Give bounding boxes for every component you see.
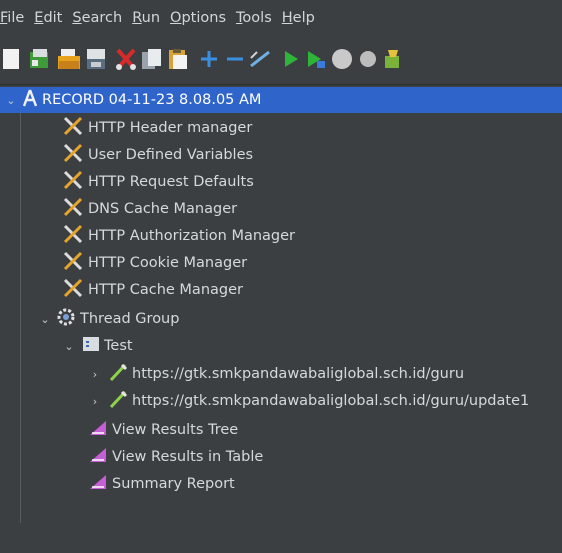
clear-icon[interactable] xyxy=(382,48,404,74)
tree-item-config[interactable]: User Defined Variables xyxy=(62,142,253,168)
tree-item-label: HTTP Cookie Manager xyxy=(88,255,248,271)
menu-file[interactable]: File xyxy=(0,10,32,26)
config-tools-icon xyxy=(62,116,84,140)
start-icon[interactable] xyxy=(282,48,300,74)
config-tools-icon xyxy=(62,251,84,275)
pipette-icon xyxy=(108,362,128,386)
listener-icon xyxy=(88,473,108,495)
menu-options[interactable]: Options xyxy=(170,10,234,26)
tree-item-listener[interactable]: Summary Report xyxy=(88,471,235,497)
tree-item-config[interactable]: HTTP Authorization Manager xyxy=(62,223,295,249)
tree-item-config[interactable]: HTTP Header manager xyxy=(62,115,252,141)
save-icon[interactable] xyxy=(85,48,107,74)
tree-item-listener[interactable]: View Results in Table xyxy=(88,444,263,470)
test-plan-tree: ⌄ RECORD 04-11-23 8.08.05 AM HTTP Header… xyxy=(0,84,562,553)
chevron-down-icon[interactable]: ⌄ xyxy=(4,94,18,107)
tree-item-sampler[interactable]: › https://gtk.smkpandawabaliglobal.sch.i… xyxy=(88,388,529,414)
shutdown-icon[interactable] xyxy=(357,48,379,74)
config-tools-icon xyxy=(62,224,84,248)
tree-item-record[interactable]: ⌄ RECORD 04-11-23 8.08.05 AM xyxy=(0,87,562,113)
pipette-icon xyxy=(108,389,128,413)
paste-icon[interactable] xyxy=(167,48,189,74)
listener-icon xyxy=(88,446,108,468)
menu-edit[interactable]: Edit xyxy=(34,10,70,26)
collapse-icon[interactable] xyxy=(224,48,246,74)
controller-icon xyxy=(82,335,100,357)
tree-item-label: View Results in Table xyxy=(112,449,264,465)
config-tools-icon xyxy=(62,278,84,302)
toggle-icon[interactable] xyxy=(248,48,272,74)
menu-search[interactable]: Search xyxy=(72,10,130,26)
menu-bar: File Edit Search Run Options Tools Help xyxy=(0,0,562,36)
config-tools-icon xyxy=(62,197,84,221)
tree-item-label: RECORD 04-11-23 8.08.05 AM xyxy=(42,92,262,108)
expand-icon[interactable] xyxy=(198,48,220,74)
menu-run[interactable]: Run xyxy=(132,10,168,26)
tree-item-label: DNS Cache Manager xyxy=(88,201,238,217)
tree-item-config[interactable]: HTTP Cache Manager xyxy=(62,277,243,303)
config-tools-icon xyxy=(62,143,84,167)
tree-item-config[interactable]: HTTP Request Defaults xyxy=(62,169,254,195)
menu-help[interactable]: Help xyxy=(282,10,323,26)
tree-item-sampler[interactable]: › https://gtk.smkpandawabaliglobal.sch.i… xyxy=(88,361,464,387)
chevron-down-icon[interactable]: ⌄ xyxy=(38,313,52,326)
tree-guide-line xyxy=(20,111,21,523)
tree-item-label: HTTP Header manager xyxy=(88,120,253,136)
tree-item-label: Summary Report xyxy=(112,476,235,492)
copy-icon[interactable] xyxy=(141,48,163,74)
tree-item-label: Thread Group xyxy=(80,311,180,327)
cut-icon[interactable] xyxy=(114,48,138,74)
tree-item-controller[interactable]: ⌄ Test xyxy=(62,333,133,359)
tree-item-label: HTTP Authorization Manager xyxy=(88,228,296,244)
test-plan-icon xyxy=(22,89,38,111)
stop-icon[interactable] xyxy=(330,48,354,74)
toolbar xyxy=(0,36,562,80)
tree-item-thread-group[interactable]: ⌄ Thread Group xyxy=(38,306,179,332)
start-no-pauses-icon[interactable] xyxy=(305,48,327,74)
config-tools-icon xyxy=(62,170,84,194)
tree-item-listener[interactable]: View Results Tree xyxy=(88,417,238,443)
tree-item-label: Test xyxy=(104,338,133,354)
templates-icon[interactable] xyxy=(28,48,52,74)
new-icon[interactable] xyxy=(2,48,20,74)
chevron-down-icon[interactable]: ⌄ xyxy=(62,340,76,353)
chevron-right-icon[interactable]: › xyxy=(88,368,102,381)
tree-item-label: View Results Tree xyxy=(112,422,239,438)
tree-item-label: HTTP Request Defaults xyxy=(88,174,254,190)
tree-item-label: https://gtk.smkpandawabaliglobal.sch.id/… xyxy=(132,366,465,382)
tree-item-label: User Defined Variables xyxy=(88,147,254,163)
tree-item-label: https://gtk.smkpandawabaliglobal.sch.id/… xyxy=(132,393,530,409)
tree-item-label: HTTP Cache Manager xyxy=(88,282,243,298)
chevron-right-icon[interactable]: › xyxy=(88,395,102,408)
gear-icon xyxy=(56,307,76,331)
tree-item-config[interactable]: HTTP Cookie Manager xyxy=(62,250,247,276)
jmeter-window: File Edit Search Run Options Tools Help xyxy=(0,0,562,553)
tree-item-config[interactable]: DNS Cache Manager xyxy=(62,196,237,222)
menu-tools[interactable]: Tools xyxy=(236,10,280,26)
listener-icon xyxy=(88,419,108,441)
open-icon[interactable] xyxy=(57,48,81,74)
